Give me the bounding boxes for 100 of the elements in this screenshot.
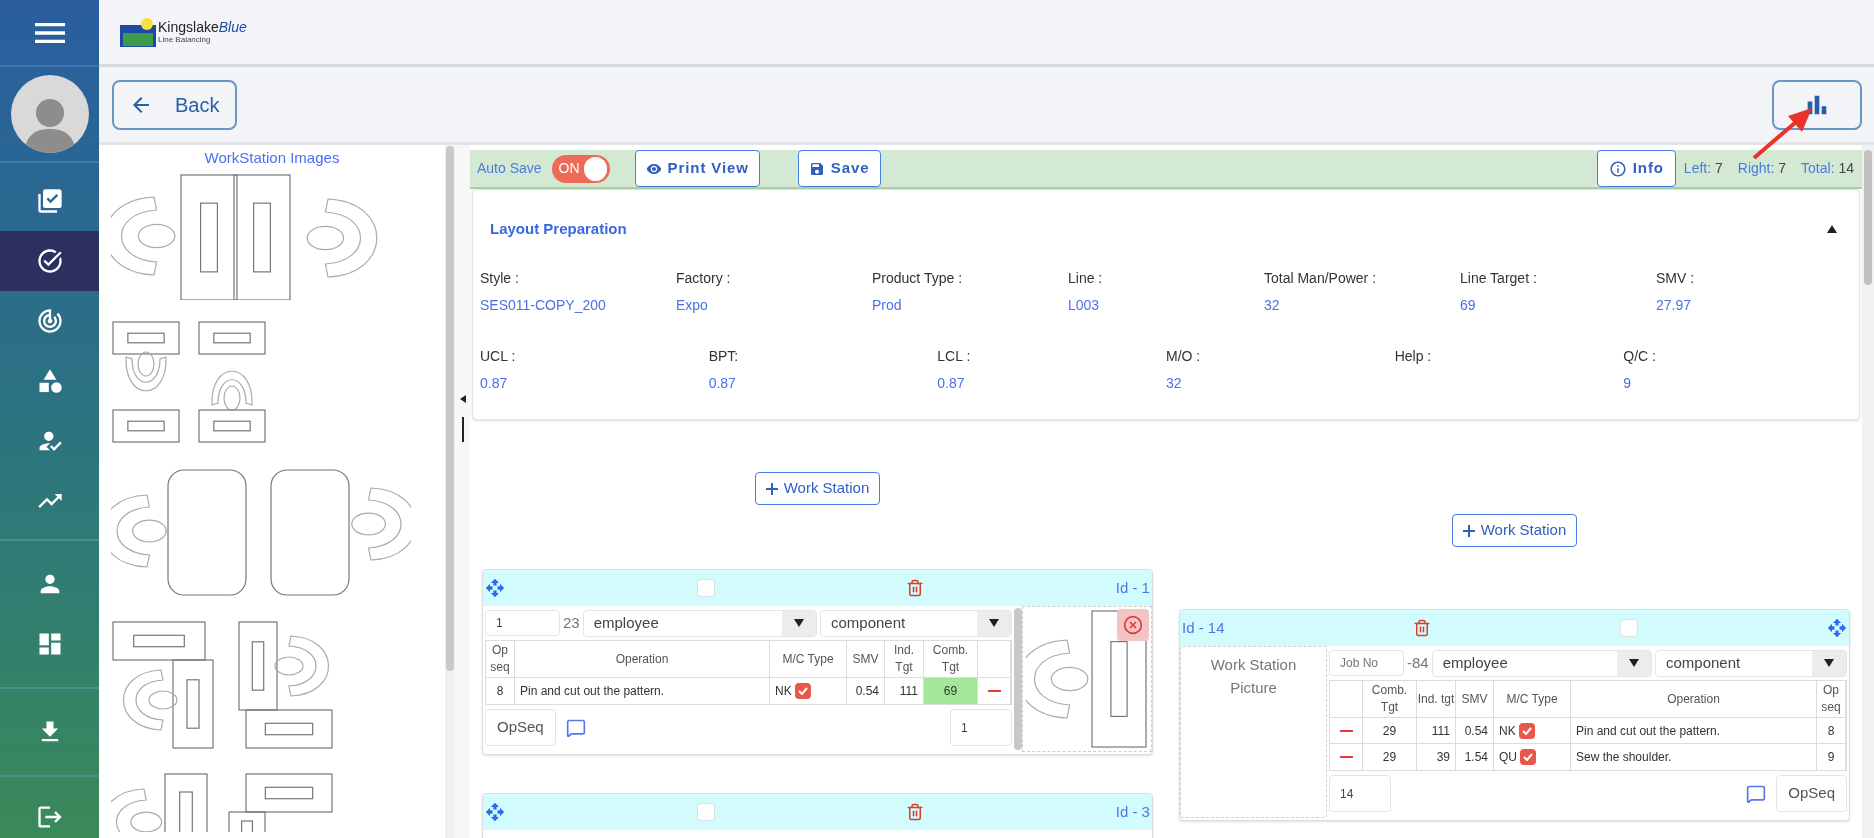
trash-icon[interactable] bbox=[1413, 619, 1432, 637]
field-label: Style : bbox=[480, 269, 520, 288]
count-field[interactable]: 14 bbox=[1329, 775, 1391, 812]
caret-icon[interactable] bbox=[989, 619, 999, 627]
close-button[interactable] bbox=[1117, 609, 1149, 641]
panel-title: WorkStation Images bbox=[203, 148, 341, 167]
table-cell-text: QU bbox=[1499, 749, 1517, 766]
check-icon bbox=[797, 687, 808, 695]
field-label: M/O : bbox=[1166, 347, 1202, 366]
table-cell: 0.54 bbox=[1456, 718, 1494, 743]
station-id: Id - 14 bbox=[1182, 617, 1225, 638]
table-cell: 8 bbox=[486, 678, 515, 704]
field-value: Prod bbox=[872, 296, 903, 315]
checkbox[interactable] bbox=[794, 683, 811, 699]
column-header: Operation bbox=[1667, 690, 1720, 708]
plus-icon bbox=[1462, 524, 1475, 537]
caret-icon[interactable] bbox=[1824, 659, 1834, 667]
placeholder-text: Work Station Picture bbox=[1209, 655, 1298, 698]
card-title: Layout Preparation bbox=[490, 218, 627, 239]
table-cell: 29 bbox=[1363, 718, 1417, 743]
caret-icon[interactable] bbox=[1629, 659, 1639, 667]
move-icon[interactable] bbox=[485, 802, 505, 822]
checkbox[interactable] bbox=[1518, 722, 1535, 739]
field-value: 0.87 bbox=[937, 374, 966, 393]
component-select[interactable]: component bbox=[820, 609, 1012, 637]
table-cell: 0.54 bbox=[847, 678, 885, 704]
table-cell: Pin and cut out the pattern. bbox=[515, 678, 770, 704]
sidebar-item[interactable] bbox=[0, 231, 99, 291]
scrollbar[interactable] bbox=[445, 145, 455, 838]
column-header: SMV bbox=[1461, 690, 1488, 708]
checkbox[interactable] bbox=[1520, 749, 1536, 765]
plus-icon bbox=[765, 482, 778, 495]
checkbox[interactable] bbox=[696, 579, 715, 597]
count-field[interactable]: 1 bbox=[950, 709, 1012, 746]
comment-icon[interactable] bbox=[565, 717, 586, 738]
column-header: Ind. tgt bbox=[1417, 690, 1455, 708]
field-value: 69 bbox=[1460, 296, 1477, 315]
column-header: Ind. Tgt bbox=[893, 642, 915, 676]
collapse-arrow-icon[interactable] bbox=[459, 395, 466, 403]
logo-icon bbox=[120, 17, 156, 47]
move-icon[interactable] bbox=[485, 578, 505, 598]
column-header: M/C Type bbox=[782, 650, 834, 668]
column-header: Op seq bbox=[1820, 682, 1842, 716]
employee-select[interactable]: employee bbox=[582, 609, 817, 637]
field-value: 0.87 bbox=[480, 374, 509, 393]
field-value: 32 bbox=[1264, 296, 1281, 315]
scrollbar[interactable] bbox=[1014, 608, 1022, 750]
move-icon[interactable] bbox=[1826, 618, 1847, 638]
save-button[interactable]: Save bbox=[797, 150, 881, 187]
employee-select[interactable]: employee bbox=[1431, 649, 1652, 677]
collapse-icon[interactable] bbox=[1827, 225, 1837, 233]
table-cell: 1.54 bbox=[1456, 744, 1494, 770]
info-button[interactable]: Info bbox=[1596, 150, 1676, 187]
back-button[interactable]: Back bbox=[112, 79, 237, 130]
table-cell: 29 bbox=[1363, 744, 1417, 770]
auto-save-label: Auto Save bbox=[477, 159, 542, 178]
column-header: Comb. Tgt bbox=[931, 642, 970, 676]
count-label: Right: 7 bbox=[1737, 159, 1787, 178]
table-cell: 9 bbox=[1817, 744, 1846, 770]
component-select[interactable]: component bbox=[1655, 649, 1847, 677]
field-value: Expo bbox=[676, 296, 709, 315]
table-cell: 39 bbox=[1417, 744, 1456, 770]
column-header: M/C Type bbox=[1506, 690, 1558, 708]
field-label: Help : bbox=[1394, 347, 1433, 366]
table-cell: 69 bbox=[924, 678, 978, 704]
count-label: Left: 7 bbox=[1683, 159, 1723, 178]
field-label: Q/C : bbox=[1623, 347, 1657, 366]
field-label: BPT: bbox=[708, 347, 740, 366]
add-work-station-button[interactable]: Work Station bbox=[1451, 514, 1578, 547]
checkbox[interactable] bbox=[1620, 619, 1639, 637]
job-number-field[interactable]: Job No bbox=[1329, 650, 1404, 676]
caret-icon[interactable] bbox=[794, 619, 804, 627]
checklist-icon bbox=[35, 187, 64, 215]
job-number-field[interactable]: 1 bbox=[485, 610, 560, 636]
trash-icon[interactable] bbox=[906, 803, 925, 821]
comment-icon[interactable] bbox=[1746, 783, 1767, 804]
opseq-button[interactable]: OpSeq bbox=[485, 709, 556, 746]
splitter-handle[interactable] bbox=[461, 417, 464, 442]
column-header: SMV bbox=[852, 650, 879, 668]
checkbox[interactable] bbox=[696, 803, 715, 821]
table-cell: Pin and cut out the pattern. bbox=[1571, 718, 1817, 743]
station-number: 23 bbox=[563, 612, 580, 633]
field-value: 0.87 bbox=[708, 374, 737, 393]
opseq-button[interactable]: OpSeq bbox=[1776, 775, 1847, 812]
add-work-station-button[interactable]: Work Station bbox=[754, 472, 881, 505]
print-view-button[interactable]: Print View bbox=[634, 150, 760, 187]
station-id: Id - 1 bbox=[1115, 577, 1150, 598]
logo-text: KingslakeBlue bbox=[158, 20, 247, 34]
info-icon bbox=[1608, 159, 1627, 178]
scrollbar[interactable] bbox=[1862, 145, 1874, 838]
logo-subtitle: Line Balancing bbox=[158, 36, 212, 44]
table-cell: 111 bbox=[1417, 718, 1456, 743]
field-value: 32 bbox=[1166, 374, 1183, 393]
check-icon bbox=[1521, 726, 1532, 735]
trash-icon[interactable] bbox=[906, 579, 925, 597]
field-value: 27.97 bbox=[1656, 296, 1693, 315]
count-label: Total: 14 bbox=[1801, 159, 1854, 178]
target-icon bbox=[35, 307, 64, 335]
field-label: Line : bbox=[1068, 269, 1104, 288]
field-label: UCL : bbox=[480, 347, 517, 366]
